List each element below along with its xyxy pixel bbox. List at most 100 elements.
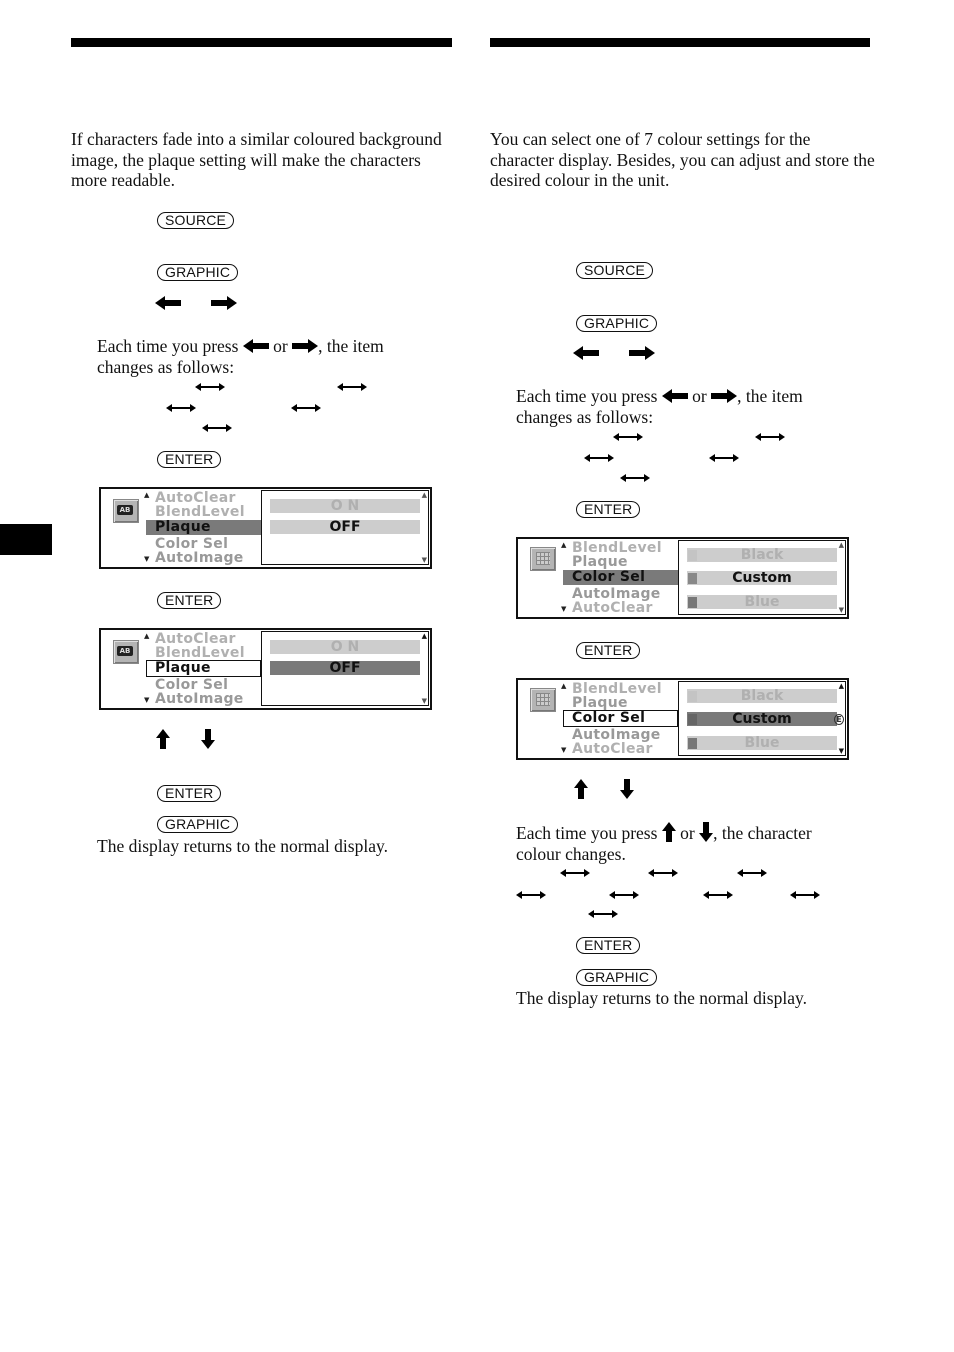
right-arrow-icon — [629, 346, 655, 360]
menu-item-color-sel: Color Sel — [155, 536, 229, 552]
panel-scroll-up: ▲ — [421, 632, 427, 640]
color-grid-icon — [530, 547, 556, 571]
left-closing-text: The display returns to the normal displa… — [97, 836, 388, 856]
instruction-line2: changes as follows: — [97, 356, 235, 377]
plaque-ab-icon: AB — [113, 640, 139, 664]
instruction-suffix: , the item — [737, 386, 803, 406]
menu-item-autoimage: AutoImage — [155, 691, 244, 707]
menu-item-autoclear: AutoClear — [572, 600, 653, 616]
source-key: SOURCE — [157, 212, 235, 229]
color-swatch-blue — [688, 597, 697, 608]
color-swatch-black — [688, 550, 697, 561]
double-arrow-icon — [709, 454, 739, 462]
right-section-rule — [490, 38, 870, 47]
graphic-key: GRAPHIC — [576, 315, 658, 332]
graphic-key: GRAPHIC — [157, 264, 239, 281]
double-arrow-icon — [620, 474, 650, 482]
up-arrow-icon — [662, 822, 676, 842]
section-tab-marker — [0, 524, 52, 555]
right-arrow-icon — [211, 296, 237, 310]
double-arrow-icon — [291, 404, 321, 412]
panel-scroll-down: ▼ — [838, 606, 844, 614]
left-intro-text: If characters fade into a similar colour… — [71, 129, 442, 190]
menu-item-blendlevel: BlendLevel — [155, 504, 245, 520]
option-panel: Black Custom Blue ▲ ▼ — [678, 540, 846, 615]
double-arrow-icon — [790, 891, 820, 899]
double-arrow-icon — [516, 891, 546, 899]
up-arrow-icon — [156, 729, 170, 749]
menu-item-autoclear: AutoClear — [572, 741, 653, 757]
option-panel: Black Custom E Blue ▲ ▼ — [678, 681, 846, 756]
color-grid-icon — [530, 688, 556, 712]
menu-item-blendlevel: BlendLevel — [572, 681, 662, 697]
color-swatch-custom — [688, 714, 697, 725]
option-panel: O N OFF ▲ ▼ — [261, 631, 429, 706]
color-swatch-blue — [688, 738, 697, 749]
instruction-or: or — [273, 336, 288, 356]
double-arrow-icon — [755, 433, 785, 441]
scroll-down-indicator: ▼ — [561, 605, 567, 613]
down-arrow-icon — [201, 729, 215, 749]
double-arrow-icon — [703, 891, 733, 899]
menu-item-blendlevel: BlendLevel — [572, 540, 662, 556]
scroll-down-indicator: ▼ — [144, 696, 150, 704]
menu-item-color-sel: Color Sel — [155, 677, 229, 693]
option-black: Black — [687, 689, 837, 704]
enter-key: ENTER — [157, 451, 222, 468]
up-arrow-icon — [574, 779, 588, 799]
option-black: Black — [687, 548, 837, 563]
panel-scroll-down: ▼ — [421, 556, 427, 564]
edit-marker-icon: E — [834, 714, 844, 725]
down-arrow-icon — [699, 822, 713, 842]
left-section-rule — [71, 38, 452, 47]
double-arrow-icon — [584, 454, 614, 462]
panel-scroll-up: ▲ — [421, 491, 427, 499]
option-panel: O N OFF ▲ ▼ — [261, 490, 429, 565]
instruction-prefix: Each time you press — [97, 336, 239, 356]
graphic-key: GRAPHIC — [576, 969, 658, 986]
instruction-or: or — [680, 823, 695, 843]
option-blue: Blue — [687, 736, 837, 751]
instruction-suffix: , the item — [318, 336, 384, 356]
menu-item-plaque: Plaque — [155, 660, 211, 676]
right-arrow-icon — [292, 339, 318, 353]
instruction-prefix: Each time you press — [516, 823, 658, 843]
panel-scroll-up: ▲ — [838, 682, 844, 690]
double-arrow-icon — [609, 891, 639, 899]
updown-instruction: Each time you press or , the character c… — [516, 822, 876, 864]
scroll-down-indicator: ▼ — [561, 746, 567, 754]
double-arrow-icon — [588, 910, 618, 918]
scroll-up-indicator: ▲ — [561, 541, 567, 549]
enter-key: ENTER — [157, 592, 222, 609]
option-custom: Custom — [687, 571, 837, 586]
left-arrow-icon — [155, 296, 181, 310]
double-arrow-icon — [337, 383, 367, 391]
menu-item-blendlevel: BlendLevel — [155, 645, 245, 661]
option-blue: Blue — [687, 595, 837, 610]
menu-item-autoclear: AutoClear — [155, 490, 236, 506]
instruction-suffix: , the character — [713, 823, 812, 843]
menu-item-color-sel: Color Sel — [572, 710, 646, 726]
option-on: O N — [270, 640, 420, 655]
double-arrow-icon — [560, 869, 590, 877]
menu-item-autoclear: AutoClear — [155, 631, 236, 647]
plaque-display-2: AB ▲ AutoClear BlendLevel Plaque Color S… — [99, 628, 432, 710]
menu-item-autoimage: AutoImage — [572, 586, 661, 602]
instruction-or: or — [692, 386, 707, 406]
double-arrow-icon — [202, 424, 232, 432]
instruction-line2: changes as follows: — [516, 406, 654, 427]
option-on: O N — [270, 499, 420, 514]
right-intro-text: You can select one of 7 colour settings … — [490, 129, 875, 190]
right-arrow-instruction: Each time you press or , the item change… — [516, 386, 876, 427]
left-arrow-icon — [243, 339, 269, 353]
left-arrow-instruction: Each time you press or , the item change… — [97, 336, 457, 377]
double-arrow-icon — [195, 383, 225, 391]
graphic-key: GRAPHIC — [157, 816, 239, 833]
enter-key: ENTER — [576, 937, 641, 954]
panel-scroll-down: ▼ — [838, 747, 844, 755]
color-swatch-custom — [688, 573, 697, 584]
double-arrow-icon — [613, 433, 643, 441]
panel-scroll-up: ▲ — [838, 541, 844, 549]
down-arrow-icon — [620, 779, 634, 799]
right-arrow-icon — [711, 389, 737, 403]
